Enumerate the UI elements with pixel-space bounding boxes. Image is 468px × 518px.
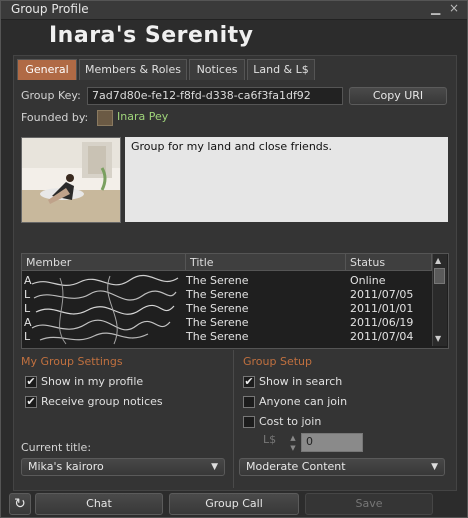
receive-notices-checkbox[interactable]: ✔ (25, 396, 37, 408)
cost-to-join-field[interactable]: 0 (301, 433, 363, 452)
group-call-button[interactable]: Group Call (169, 493, 299, 515)
member-title: The Serene (186, 274, 249, 287)
group-setup-heading: Group Setup (243, 355, 313, 368)
minimize-icon[interactable]: ▁ (431, 1, 443, 17)
maturity-value: Moderate Content (246, 460, 346, 473)
founder-link[interactable]: Inara Pey (117, 110, 168, 123)
refresh-button[interactable]: ↻ (9, 493, 31, 515)
my-group-settings-heading: My Group Settings (21, 355, 123, 368)
member-status: Online (350, 274, 386, 287)
show-in-search-checkbox[interactable]: ✔ (243, 376, 255, 388)
scroll-up-icon[interactable]: ▲ (435, 256, 441, 265)
cost-to-join-label: Cost to join (259, 415, 322, 428)
anyone-can-join-checkbox[interactable] (243, 396, 255, 408)
member-status: 2011/06/19 (350, 316, 414, 329)
current-title-label: Current title: (21, 441, 92, 454)
group-name: Inara's Serenity (49, 23, 254, 48)
tab-members-roles[interactable]: Members & Roles (79, 59, 187, 80)
scrollbar-thumb[interactable] (434, 268, 445, 284)
title-column-header[interactable]: Title (186, 254, 346, 271)
member-title: The Serene (186, 288, 249, 301)
member-status: 2011/01/01 (350, 302, 414, 315)
founder-avatar-icon (97, 110, 113, 126)
window-title: Group Profile (11, 2, 89, 16)
group-key-label: Group Key: (21, 89, 81, 102)
insignia-image (22, 138, 120, 222)
chat-button[interactable]: Chat (35, 493, 163, 515)
chevron-down-icon: ▼ (431, 462, 438, 472)
status-column-header[interactable]: Status (346, 254, 432, 271)
show-in-search-label: Show in search (259, 375, 343, 388)
current-title-value: Mika's kairoro (28, 460, 104, 473)
member-title: The Serene (186, 316, 249, 329)
group-insignia[interactable] (21, 137, 121, 223)
member-title: The Serene (186, 302, 249, 315)
current-title-dropdown[interactable]: Mika's kairoro ▼ (21, 458, 225, 476)
title-bar[interactable]: Group Profile ▁ × (1, 1, 467, 20)
scroll-down-icon[interactable]: ▼ (435, 334, 441, 343)
group-charter[interactable]: Group for my land and close friends. (125, 137, 448, 222)
copy-uri-button[interactable]: Copy URI (349, 87, 447, 105)
currency-label: L$ (263, 433, 277, 446)
show-in-profile-label: Show in my profile (41, 375, 144, 388)
cost-to-join-checkbox[interactable] (243, 416, 255, 428)
maturity-dropdown[interactable]: Moderate Content ▼ (239, 458, 445, 476)
member-column-header[interactable]: Member (22, 254, 186, 271)
member-list[interactable]: Member Title Status A The Serene Online … (21, 253, 449, 349)
member-status: 2011/07/05 (350, 288, 414, 301)
redacted-names-overlay (31, 274, 179, 345)
member-title: The Serene (186, 330, 249, 343)
member-status: 2011/07/04 (350, 330, 414, 343)
show-in-profile-checkbox[interactable]: ✔ (25, 376, 37, 388)
tab-notices[interactable]: Notices (189, 59, 245, 80)
chevron-down-icon: ▼ (211, 462, 218, 472)
group-profile-window: Group Profile ▁ × Inara's Serenity Gener… (0, 0, 468, 518)
anyone-can-join-label: Anyone can join (259, 395, 348, 408)
save-button[interactable]: Save (305, 493, 433, 515)
founded-by-label: Founded by: (21, 111, 89, 124)
section-divider (233, 350, 234, 488)
close-icon[interactable]: × (449, 1, 461, 17)
tab-general[interactable]: General (17, 59, 77, 80)
receive-notices-label: Receive group notices (41, 395, 163, 408)
cost-spinner-icon[interactable]: ▲ ▼ (287, 433, 299, 453)
group-key-field[interactable]: 7ad7d80e-fe12-f8fd-d338-ca6f3fa1df92 (87, 87, 343, 105)
tab-land[interactable]: Land & L$ (247, 59, 315, 80)
member-list-scrollbar[interactable]: ▲ ▼ (432, 254, 447, 346)
